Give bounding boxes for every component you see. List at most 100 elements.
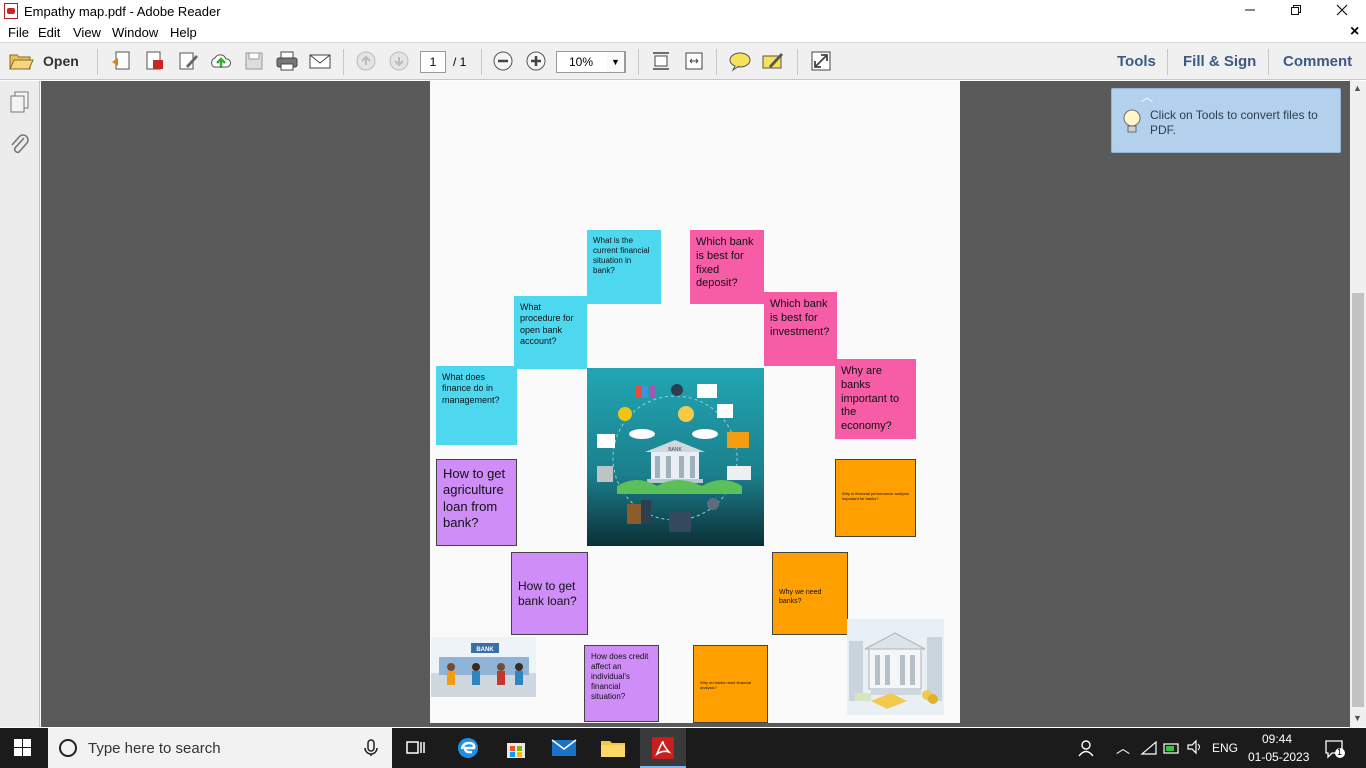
input-language-indicator[interactable]: ENG bbox=[1212, 741, 1238, 755]
scrollbar-thumb[interactable] bbox=[1352, 293, 1364, 707]
sticky-note: What is the current financial situation … bbox=[587, 230, 661, 304]
task-view-icon bbox=[406, 741, 425, 754]
menu-edit[interactable]: Edit bbox=[38, 25, 60, 40]
mail-button[interactable] bbox=[551, 737, 577, 764]
sticky-note-button[interactable] bbox=[727, 48, 753, 74]
notification-icon bbox=[1325, 740, 1345, 759]
upload-cloud-button[interactable] bbox=[208, 48, 234, 74]
sticky-note: How to get agriculture loan from bank? bbox=[436, 459, 517, 546]
restore-icon bbox=[1291, 5, 1301, 15]
save-button[interactable] bbox=[241, 48, 267, 74]
attachments-button[interactable] bbox=[8, 132, 32, 163]
sticky-note: Why do banks need financial analysis? bbox=[693, 645, 768, 723]
search-icon bbox=[58, 738, 78, 763]
arrow-up-circle-icon bbox=[356, 51, 376, 71]
expand-icon bbox=[811, 51, 831, 71]
sticky-note: Why is financial performance analysis im… bbox=[835, 459, 916, 537]
scroll-down-icon[interactable]: ▼ bbox=[1353, 713, 1362, 723]
toolbar-divider bbox=[716, 49, 717, 75]
close-window-button[interactable] bbox=[1319, 0, 1365, 22]
microphone-icon[interactable] bbox=[364, 739, 378, 762]
sticky-note: Why are banks important to the economy? bbox=[835, 359, 916, 439]
close-document-button[interactable]: × bbox=[1350, 23, 1359, 41]
zoom-in-button[interactable] bbox=[523, 48, 549, 74]
menu-file[interactable]: File bbox=[8, 25, 29, 40]
sticky-note: How to get bank loan? bbox=[511, 552, 588, 635]
sticky-note: How does credit affect an individual's f… bbox=[584, 645, 659, 722]
title-bar: Empathy map.pdf - Adobe Reader bbox=[0, 0, 1366, 22]
create-pdf-icon bbox=[112, 51, 130, 70]
toolbar: Open 1 / 1 10% ▼ Tools Fill & Sign Comme… bbox=[0, 42, 1366, 80]
edge-browser-button[interactable] bbox=[456, 736, 480, 765]
edit-pdf-button[interactable] bbox=[175, 48, 201, 74]
folder-open-icon bbox=[9, 54, 34, 70]
battery-icon[interactable] bbox=[1163, 740, 1181, 761]
pdf-page[interactable]: What is the current financial situation … bbox=[430, 81, 960, 723]
people-icon[interactable] bbox=[1078, 739, 1098, 762]
tip-text: Click on Tools to convert files to PDF. bbox=[1150, 108, 1318, 137]
bank-counter-illustration: BANK bbox=[431, 637, 536, 697]
menu-bar: File Edit View Window Help × bbox=[0, 22, 1366, 42]
bank-sign-text: BANK bbox=[668, 447, 682, 453]
close-icon bbox=[1336, 4, 1348, 16]
sticky-note: Why we need banks? bbox=[772, 552, 848, 635]
restore-button[interactable] bbox=[1273, 0, 1319, 22]
taskbar-search-box[interactable]: Type here to search bbox=[48, 728, 392, 768]
plus-circle-icon bbox=[526, 51, 546, 71]
fill-sign-pane-link[interactable]: Fill & Sign bbox=[1183, 53, 1256, 70]
menu-view[interactable]: View bbox=[73, 25, 101, 40]
fit-width-icon bbox=[685, 52, 703, 70]
pages-icon bbox=[10, 91, 29, 113]
open-button[interactable]: Open bbox=[8, 48, 90, 74]
chevron-down-icon: ▼ bbox=[611, 57, 620, 67]
envelope-icon bbox=[309, 54, 331, 69]
page-number-input[interactable]: 1 bbox=[420, 51, 446, 73]
scroll-up-icon[interactable]: ▲ bbox=[1353, 83, 1362, 93]
full-screen-button[interactable] bbox=[808, 48, 834, 74]
start-button[interactable] bbox=[14, 739, 32, 762]
banking-illustration: BANK bbox=[587, 368, 764, 546]
menu-help[interactable]: Help bbox=[170, 25, 197, 40]
folder-icon bbox=[601, 741, 625, 757]
store-button[interactable] bbox=[504, 736, 528, 765]
wifi-icon[interactable] bbox=[1140, 740, 1158, 761]
volume-icon[interactable] bbox=[1186, 739, 1204, 760]
mail-icon bbox=[551, 739, 577, 756]
lightbulb-icon bbox=[1121, 107, 1143, 142]
toolbar-divider bbox=[638, 49, 639, 75]
minimize-icon bbox=[1245, 9, 1255, 11]
menu-window[interactable]: Window bbox=[112, 25, 158, 40]
cloud-upload-icon bbox=[211, 54, 231, 68]
comment-pane-link[interactable]: Comment bbox=[1283, 53, 1352, 70]
notification-center-button[interactable]: 1 bbox=[1324, 739, 1346, 764]
task-view-button[interactable] bbox=[406, 739, 426, 762]
next-page-button[interactable] bbox=[386, 48, 412, 74]
sticky-note: Which bank is best for investment? bbox=[764, 292, 837, 366]
arrow-down-circle-icon bbox=[389, 51, 409, 71]
minimize-button[interactable] bbox=[1227, 0, 1273, 22]
print-button[interactable] bbox=[274, 48, 300, 74]
email-button[interactable] bbox=[307, 48, 333, 74]
zoom-dropdown-button[interactable]: ▼ bbox=[607, 51, 625, 73]
create-pdf-button[interactable] bbox=[108, 48, 134, 74]
edge-icon bbox=[458, 738, 478, 758]
adobe-reader-taskbar-button[interactable] bbox=[640, 728, 686, 768]
zoom-out-button[interactable] bbox=[490, 48, 516, 74]
printer-icon bbox=[276, 51, 298, 71]
show-hidden-icons-chevron-up-icon[interactable]: ︿ bbox=[1116, 738, 1130, 758]
tools-pane-link[interactable]: Tools bbox=[1117, 53, 1156, 70]
page-thumbnails-button[interactable] bbox=[8, 90, 32, 119]
fit-page-button[interactable] bbox=[648, 48, 674, 74]
bank-building-illustration bbox=[847, 619, 944, 715]
previous-page-button[interactable] bbox=[353, 48, 379, 74]
fit-width-button[interactable] bbox=[681, 48, 707, 74]
sticky-note: What does finance do in management? bbox=[436, 366, 517, 445]
adobe-reader-icon bbox=[652, 737, 674, 759]
vertical-scrollbar[interactable]: ▲ ▼ bbox=[1350, 81, 1366, 727]
windows-taskbar: Type here to search ︿ ENG 09:44 01-05-20… bbox=[0, 728, 1366, 768]
highlight-text-button[interactable] bbox=[760, 48, 786, 74]
combine-files-button[interactable] bbox=[141, 48, 167, 74]
file-explorer-button[interactable] bbox=[600, 737, 626, 764]
clock-date[interactable]: 01-05-2023 bbox=[1248, 750, 1309, 764]
clock-time[interactable]: 09:44 bbox=[1262, 732, 1292, 746]
